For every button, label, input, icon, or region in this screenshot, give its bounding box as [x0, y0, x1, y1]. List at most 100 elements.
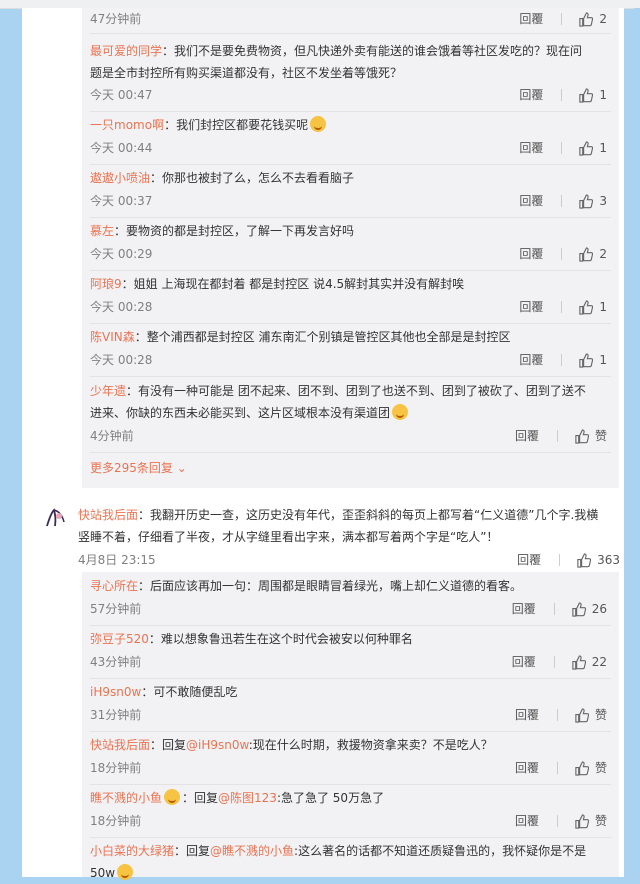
comment-time: 今天 00:44	[90, 141, 153, 155]
user-link[interactable]: 最可爱的同学	[90, 44, 162, 58]
user-link[interactable]: 慕左	[90, 224, 114, 238]
comment-time: 今天 00:47	[90, 88, 153, 102]
reply-box-1: 47分钟前 回覆 2 最可爱的同学：我们不是要免费物资，但凡快递外卖有能送的谁会…	[82, 8, 619, 488]
comment-time: 4月8日 23:15	[78, 553, 156, 567]
like-count: 赞	[594, 429, 607, 443]
mention-link[interactable]: @瞧不溅的小鱼	[210, 844, 294, 858]
user-link[interactable]: 瞧不溅的小鱼	[90, 791, 162, 805]
reply-button[interactable]: 回覆	[515, 811, 539, 831]
avatar-image	[40, 502, 70, 532]
comment-time: 今天 00:28	[90, 353, 153, 367]
like-count: 赞	[594, 814, 607, 828]
like-count: 3	[599, 194, 607, 208]
user-link[interactable]: 寻心所在	[90, 579, 138, 593]
like-icon[interactable]	[578, 11, 594, 27]
like-count: 1	[599, 300, 607, 314]
like-count: 22	[591, 655, 607, 669]
comments-card: 47分钟前 回覆 2 最可爱的同学：我们不是要免费物资，但凡快递外卖有能送的谁会…	[22, 8, 624, 880]
like-count: 2	[599, 12, 607, 26]
comment-text: 快站我后面：我翻开历史一查，这历史没有年代，歪歪斜斜的每页上都写着“仁义道德”几…	[78, 508, 599, 544]
page-scrollbar[interactable]	[634, 8, 640, 877]
reply-button[interactable]: 回覆	[519, 9, 543, 29]
emoji-icon	[164, 789, 181, 805]
comment-text: 瞧不溅的小鱼 ：回复@陈图123:急了急了 50万急了	[90, 789, 385, 805]
comment-text: 慕左：要物资的都是封控区，了解一下再发言好吗	[90, 224, 355, 238]
comment-text: 陈VIN森：整个浦西都是封控区 浦东南汇个别镇是管控区其他也全部是是封控区	[90, 330, 511, 344]
reply-button[interactable]: 回覆	[519, 138, 543, 158]
reply-button[interactable]: 回覆	[515, 426, 539, 446]
smile-emoji-icon	[310, 116, 327, 132]
like-count: 赞	[594, 761, 607, 775]
user-link[interactable]: 少年遗	[90, 384, 126, 398]
user-link[interactable]: 遨遨小喷油	[90, 171, 150, 185]
user-link[interactable]: iH9sn0w	[90, 685, 141, 699]
comment-text: 最可爱的同学：我们不是要免费物资，但凡快递外卖有能送的谁会饿着等社区发吃的？现在…	[90, 44, 583, 80]
like-icon[interactable]	[574, 813, 589, 829]
user-link[interactable]: 阿琅9	[90, 277, 122, 291]
like-count: 1	[599, 88, 607, 102]
like-icon[interactable]	[574, 760, 589, 776]
like-count: 26	[591, 602, 607, 616]
like-count: 1	[599, 141, 607, 155]
like-icon[interactable]	[578, 87, 594, 103]
reply-button[interactable]: 回覆	[519, 85, 543, 105]
comment-time: 今天 00:28	[90, 300, 153, 314]
like-count: 赞	[594, 708, 607, 722]
like-icon[interactable]	[578, 140, 594, 156]
reply-button[interactable]: 回覆	[512, 652, 536, 672]
comment-time: 18分钟前	[90, 761, 142, 775]
like-icon[interactable]	[576, 552, 592, 568]
like-icon[interactable]	[571, 654, 586, 670]
like-icon[interactable]	[578, 246, 594, 262]
like-count: 363	[597, 553, 620, 567]
like-count: 1	[599, 353, 607, 367]
reply-button[interactable]: 回覆	[515, 705, 539, 725]
reply-button[interactable]: 回覆	[519, 244, 543, 264]
comment-time: 31分钟前	[90, 708, 142, 722]
like-icon[interactable]	[571, 601, 586, 617]
comment-text: 少年遗：有没有一种可能是 团不起来、团不到、团到了也送不到、团到了被砍了、团到了…	[90, 384, 586, 420]
like-icon[interactable]	[574, 428, 589, 444]
user-link[interactable]: 一只momo啊	[90, 118, 164, 132]
comment-text: 一只momo啊：我们封控区都要花钱买呢	[90, 114, 590, 136]
comment-time: 今天 00:37	[90, 194, 153, 208]
comment-text: 遨遨小喷油：你那也被封了么，怎么不去看看脑子	[90, 171, 355, 185]
user-link[interactable]: 快站我后面	[78, 508, 138, 522]
user-link[interactable]: 快站我后面	[90, 738, 150, 752]
like-count: 2	[599, 247, 607, 261]
dog-emoji-icon	[117, 864, 134, 880]
comment-text: 阿琅9：姐姐 上海现在都封着 都是封控区 说4.5解封其实并没有解封唉	[90, 277, 465, 291]
comment-text: 弥豆子520：难以想象鲁迅若生在这个时代会被安以何种罪名	[90, 632, 413, 646]
user-link[interactable]: 小白菜的大绿猪	[90, 844, 174, 858]
comment-time: 18分钟前	[90, 814, 142, 828]
reply-button[interactable]: 回覆	[515, 758, 539, 778]
more-replies-link[interactable]: 更多295条回复 ⌄	[90, 458, 187, 478]
avatar[interactable]	[40, 502, 70, 532]
reply-button[interactable]: 回覆	[519, 297, 543, 317]
chevron-down-icon: ⌄	[176, 461, 187, 475]
reply-button[interactable]: 回覆	[519, 191, 543, 211]
reply-box-2: 寻心所在：后面应该再加一句：周围都是眼睛冒着绿光，嘴上却仁义道德的看客。 57分…	[82, 572, 619, 880]
comment-time: 57分钟前	[90, 602, 142, 616]
user-link[interactable]: 弥豆子520	[90, 632, 149, 646]
like-icon[interactable]	[578, 299, 594, 315]
comment-time: 43分钟前	[90, 655, 142, 669]
reply-button[interactable]: 回覆	[519, 350, 543, 370]
divider	[561, 13, 563, 25]
comment-time: 今天 00:29	[90, 247, 153, 261]
like-icon[interactable]	[578, 352, 594, 368]
comment-text: iH9sn0w：可不敢随便乱吃	[90, 685, 238, 699]
reply-button[interactable]: 回覆	[517, 550, 541, 570]
comment-text: 快站我后面：回复@iH9sn0w:现在什么时期，救援物资拿来卖？不是吃人？	[90, 738, 493, 752]
comment-time: 47分钟前	[90, 12, 142, 26]
comment-time: 4分钟前	[90, 429, 134, 443]
reply-button[interactable]: 回覆	[512, 599, 536, 619]
smile-emoji-icon	[392, 404, 409, 420]
mention-link[interactable]: @陈图123	[218, 791, 277, 805]
like-icon[interactable]	[578, 193, 594, 209]
user-link[interactable]: 陈VIN森	[90, 330, 135, 344]
like-icon[interactable]	[574, 707, 589, 723]
comment-text: 小白菜的大绿猪：回复@瞧不溅的小鱼:这么著名的话都不知道还质疑鲁迅的，我怀疑你是…	[90, 844, 587, 880]
mention-link[interactable]: @iH9sn0w	[186, 738, 249, 752]
comment-text: 寻心所在：后面应该再加一句：周围都是眼睛冒着绿光，嘴上却仁义道德的看客。	[90, 579, 523, 593]
